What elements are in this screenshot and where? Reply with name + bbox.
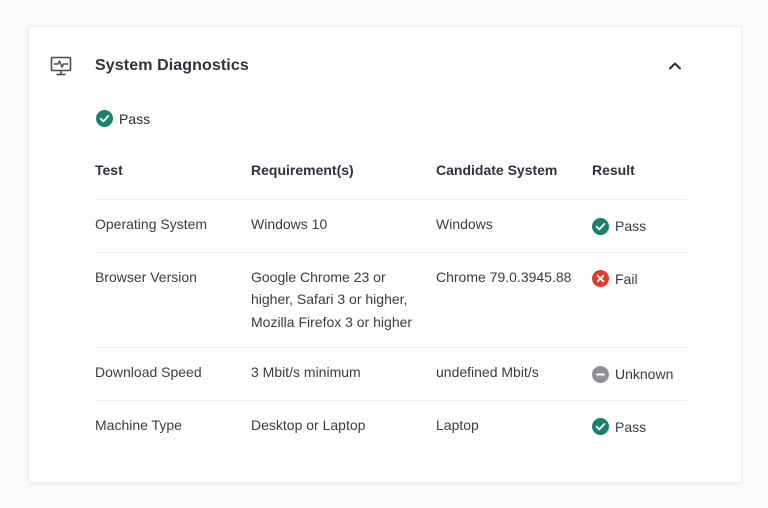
table-row: Machine Type Desktop or Laptop Laptop Pa… [95,400,687,452]
panel-title: System Diagnostics [95,57,249,74]
diagnostics-card: System Diagnostics Pass Test Requirement… [29,27,741,482]
requirement: 3 Mbit/s minimum [251,347,436,401]
candidate-value: Windows [436,199,592,253]
result-status: Unknown [592,363,679,386]
column-header-test: Test [95,155,251,200]
column-header-requirements: Requirement(s) [251,155,436,200]
overall-status: Pass [96,110,150,127]
table-row: Download Speed 3 Mbit/s minimum undefine… [95,347,687,401]
check-circle-icon [592,217,609,235]
column-header-candidate-system: Candidate System [436,155,592,200]
test-name: Machine Type [95,416,182,433]
requirement: Google Chrome 23 or higher, Safari 3 or … [251,252,436,348]
requirement: Windows 10 [251,199,436,253]
result-status: Pass [592,215,679,238]
test-name: Download Speed [95,347,251,401]
table-row: Browser Version Google Chrome 23 or high… [95,252,687,348]
check-circle-icon [96,110,113,127]
x-circle-icon [592,270,609,288]
test-name: Operating System [95,199,251,253]
result-status: Fail [592,268,679,291]
chevron-up-icon[interactable] [666,57,684,75]
diagnostics-table: Test Requirement(s) Candidate System Res… [95,155,687,452]
panel-header[interactable]: System Diagnostics [29,27,741,107]
result-status: Pass [592,416,679,439]
result-label: Unknown [615,366,674,382]
candidate-value: Chrome 79.0.3945.88 [436,252,592,348]
overall-status-label: Pass [119,110,151,127]
table-header-row: Test Requirement(s) Candidate System Res… [95,155,687,200]
requirement: Desktop or Laptop [251,416,366,433]
check-circle-icon [592,418,609,436]
candidate-value: Laptop [436,416,479,433]
result-label: Fail [615,270,638,287]
candidate-value: undefined Mbit/s [436,347,592,401]
test-name: Browser Version [95,252,251,348]
column-header-result: Result [592,155,687,200]
monitor-pulse-icon [50,56,72,76]
minus-circle-icon [592,365,609,383]
result-label: Pass [615,418,647,435]
result-label: Pass [615,218,647,234]
table-row: Operating System Windows 10 Windows Pass [95,199,687,253]
